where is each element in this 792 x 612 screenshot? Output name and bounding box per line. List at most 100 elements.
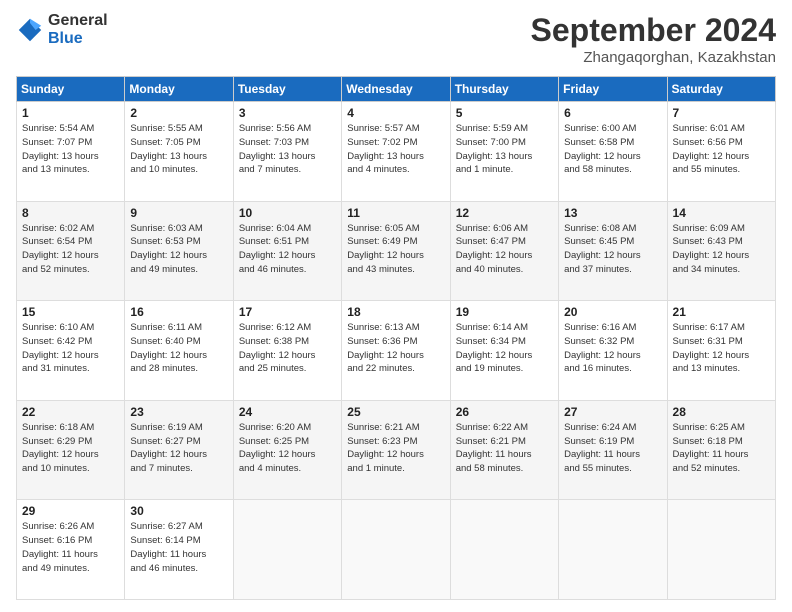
day-number: 8 — [22, 206, 119, 220]
col-header-wednesday: Wednesday — [342, 77, 450, 102]
day-info: Sunrise: 6:21 AM Sunset: 6:23 PM Dayligh… — [347, 421, 444, 476]
day-info: Sunrise: 5:59 AM Sunset: 7:00 PM Dayligh… — [456, 122, 553, 177]
day-number: 9 — [130, 206, 227, 220]
day-cell: 25 Sunrise: 6:21 AM Sunset: 6:23 PM Dayli… — [342, 400, 450, 500]
logo-icon — [16, 16, 44, 44]
week-row-3: 22 Sunrise: 6:18 AM Sunset: 6:29 PM Dayli… — [17, 400, 776, 500]
day-cell: 17Sunrise: 6:12 AM Sunset: 6:38 PM Dayli… — [233, 301, 341, 401]
day-cell — [559, 500, 667, 600]
day-number: 29 — [22, 504, 119, 518]
day-cell: 5 Sunrise: 5:59 AM Sunset: 7:00 PM Daylig… — [450, 102, 558, 202]
day-number: 26 — [456, 405, 553, 419]
day-cell: 21 Sunrise: 6:17 AM Sunset: 6:31 PM Dayli… — [667, 301, 775, 401]
day-number: 4 — [347, 106, 444, 120]
day-info: Sunrise: 6:19 AM Sunset: 6:27 PM Dayligh… — [130, 421, 227, 476]
day-info: Sunrise: 6:05 AM Sunset: 6:49 PM Dayligh… — [347, 222, 444, 277]
day-number: 13 — [564, 206, 661, 220]
day-info: Sunrise: 6:03 AM Sunset: 6:53 PM Dayligh… — [130, 222, 227, 277]
day-info: Sunrise: 6:10 AM Sunset: 6:42 PM Dayligh… — [22, 321, 119, 376]
day-cell: 2Sunrise: 5:55 AM Sunset: 7:05 PM Daylig… — [125, 102, 233, 202]
day-info: Sunrise: 6:24 AM Sunset: 6:19 PM Dayligh… — [564, 421, 661, 476]
col-header-monday: Monday — [125, 77, 233, 102]
day-number: 12 — [456, 206, 553, 220]
day-number: 24 — [239, 405, 336, 419]
day-cell: 28 Sunrise: 6:25 AM Sunset: 6:18 PM Dayli… — [667, 400, 775, 500]
day-cell: 29 Sunrise: 6:26 AM Sunset: 6:16 PM Dayli… — [17, 500, 125, 600]
day-info: Sunrise: 6:25 AM Sunset: 6:18 PM Dayligh… — [673, 421, 770, 476]
day-cell — [667, 500, 775, 600]
day-number: 11 — [347, 206, 444, 220]
day-number: 19 — [456, 305, 553, 319]
day-info: Sunrise: 6:14 AM Sunset: 6:34 PM Dayligh… — [456, 321, 553, 376]
day-info: Sunrise: 6:17 AM Sunset: 6:31 PM Dayligh… — [673, 321, 770, 376]
day-cell: 7Sunrise: 6:01 AM Sunset: 6:56 PM Daylig… — [667, 102, 775, 202]
day-info: Sunrise: 6:18 AM Sunset: 6:29 PM Dayligh… — [22, 421, 119, 476]
day-number: 22 — [22, 405, 119, 419]
day-cell — [233, 500, 341, 600]
day-info: Sunrise: 6:09 AM Sunset: 6:43 PM Dayligh… — [673, 222, 770, 277]
day-info: Sunrise: 6:00 AM Sunset: 6:58 PM Dayligh… — [564, 122, 661, 177]
day-cell: 10 Sunrise: 6:04 AM Sunset: 6:51 PM Dayli… — [233, 201, 341, 301]
day-info: Sunrise: 6:20 AM Sunset: 6:25 PM Dayligh… — [239, 421, 336, 476]
day-info: Sunrise: 6:08 AM Sunset: 6:45 PM Dayligh… — [564, 222, 661, 277]
day-cell: 9 Sunrise: 6:03 AM Sunset: 6:53 PM Daylig… — [125, 201, 233, 301]
header: General Blue September 2024 Zhangaqorgha… — [16, 12, 776, 66]
day-number: 2 — [130, 106, 227, 120]
page: General Blue September 2024 Zhangaqorgha… — [0, 0, 792, 612]
day-number: 27 — [564, 405, 661, 419]
day-cell: 27 Sunrise: 6:24 AM Sunset: 6:19 PM Dayli… — [559, 400, 667, 500]
day-cell: 14Sunrise: 6:09 AM Sunset: 6:43 PM Dayli… — [667, 201, 775, 301]
week-row-0: 1Sunrise: 5:54 AM Sunset: 7:07 PM Daylig… — [17, 102, 776, 202]
col-header-tuesday: Tuesday — [233, 77, 341, 102]
title-area: September 2024 Zhangaqorghan, Kazakhstan — [531, 12, 776, 66]
day-number: 21 — [673, 305, 770, 319]
day-number: 16 — [130, 305, 227, 319]
day-info: Sunrise: 6:13 AM Sunset: 6:36 PM Dayligh… — [347, 321, 444, 376]
week-row-2: 15 Sunrise: 6:10 AM Sunset: 6:42 PM Dayli… — [17, 301, 776, 401]
day-cell: 19 Sunrise: 6:14 AM Sunset: 6:34 PM Dayli… — [450, 301, 558, 401]
week-row-1: 8 Sunrise: 6:02 AM Sunset: 6:54 PM Daylig… — [17, 201, 776, 301]
day-info: Sunrise: 6:27 AM Sunset: 6:14 PM Dayligh… — [130, 520, 227, 575]
day-cell: 15 Sunrise: 6:10 AM Sunset: 6:42 PM Dayli… — [17, 301, 125, 401]
day-cell: 22 Sunrise: 6:18 AM Sunset: 6:29 PM Dayli… — [17, 400, 125, 500]
day-cell: 11 Sunrise: 6:05 AM Sunset: 6:49 PM Dayli… — [342, 201, 450, 301]
col-header-sunday: Sunday — [17, 77, 125, 102]
day-info: Sunrise: 6:02 AM Sunset: 6:54 PM Dayligh… — [22, 222, 119, 277]
day-info: Sunrise: 5:57 AM Sunset: 7:02 PM Dayligh… — [347, 122, 444, 177]
col-header-saturday: Saturday — [667, 77, 775, 102]
day-number: 18 — [347, 305, 444, 319]
day-info: Sunrise: 5:56 AM Sunset: 7:03 PM Dayligh… — [239, 122, 336, 177]
day-number: 10 — [239, 206, 336, 220]
day-cell: 23 Sunrise: 6:19 AM Sunset: 6:27 PM Dayli… — [125, 400, 233, 500]
day-number: 7 — [673, 106, 770, 120]
day-cell: 30Sunrise: 6:27 AM Sunset: 6:14 PM Dayli… — [125, 500, 233, 600]
day-cell: 6 Sunrise: 6:00 AM Sunset: 6:58 PM Daylig… — [559, 102, 667, 202]
week-row-4: 29 Sunrise: 6:26 AM Sunset: 6:16 PM Dayli… — [17, 500, 776, 600]
day-cell: 8 Sunrise: 6:02 AM Sunset: 6:54 PM Daylig… — [17, 201, 125, 301]
day-number: 17 — [239, 305, 336, 319]
day-number: 25 — [347, 405, 444, 419]
day-info: Sunrise: 5:54 AM Sunset: 7:07 PM Dayligh… — [22, 122, 119, 177]
day-number: 28 — [673, 405, 770, 419]
month-title: September 2024 — [531, 12, 776, 49]
day-info: Sunrise: 6:16 AM Sunset: 6:32 PM Dayligh… — [564, 321, 661, 376]
day-cell: 20 Sunrise: 6:16 AM Sunset: 6:32 PM Dayli… — [559, 301, 667, 401]
day-info: Sunrise: 6:06 AM Sunset: 6:47 PM Dayligh… — [456, 222, 553, 277]
day-number: 6 — [564, 106, 661, 120]
logo: General Blue — [16, 12, 108, 48]
day-info: Sunrise: 6:22 AM Sunset: 6:21 PM Dayligh… — [456, 421, 553, 476]
day-cell: 13 Sunrise: 6:08 AM Sunset: 6:45 PM Dayli… — [559, 201, 667, 301]
day-cell: 16Sunrise: 6:11 AM Sunset: 6:40 PM Dayli… — [125, 301, 233, 401]
day-number: 5 — [456, 106, 553, 120]
day-number: 15 — [22, 305, 119, 319]
day-cell: 24 Sunrise: 6:20 AM Sunset: 6:25 PM Dayli… — [233, 400, 341, 500]
day-cell: 3 Sunrise: 5:56 AM Sunset: 7:03 PM Daylig… — [233, 102, 341, 202]
day-info: Sunrise: 6:04 AM Sunset: 6:51 PM Dayligh… — [239, 222, 336, 277]
day-number: 23 — [130, 405, 227, 419]
col-header-thursday: Thursday — [450, 77, 558, 102]
logo-text: General Blue — [48, 12, 108, 48]
header-row: SundayMondayTuesdayWednesdayThursdayFrid… — [17, 77, 776, 102]
day-number: 3 — [239, 106, 336, 120]
day-info: Sunrise: 6:26 AM Sunset: 6:16 PM Dayligh… — [22, 520, 119, 575]
day-number: 20 — [564, 305, 661, 319]
